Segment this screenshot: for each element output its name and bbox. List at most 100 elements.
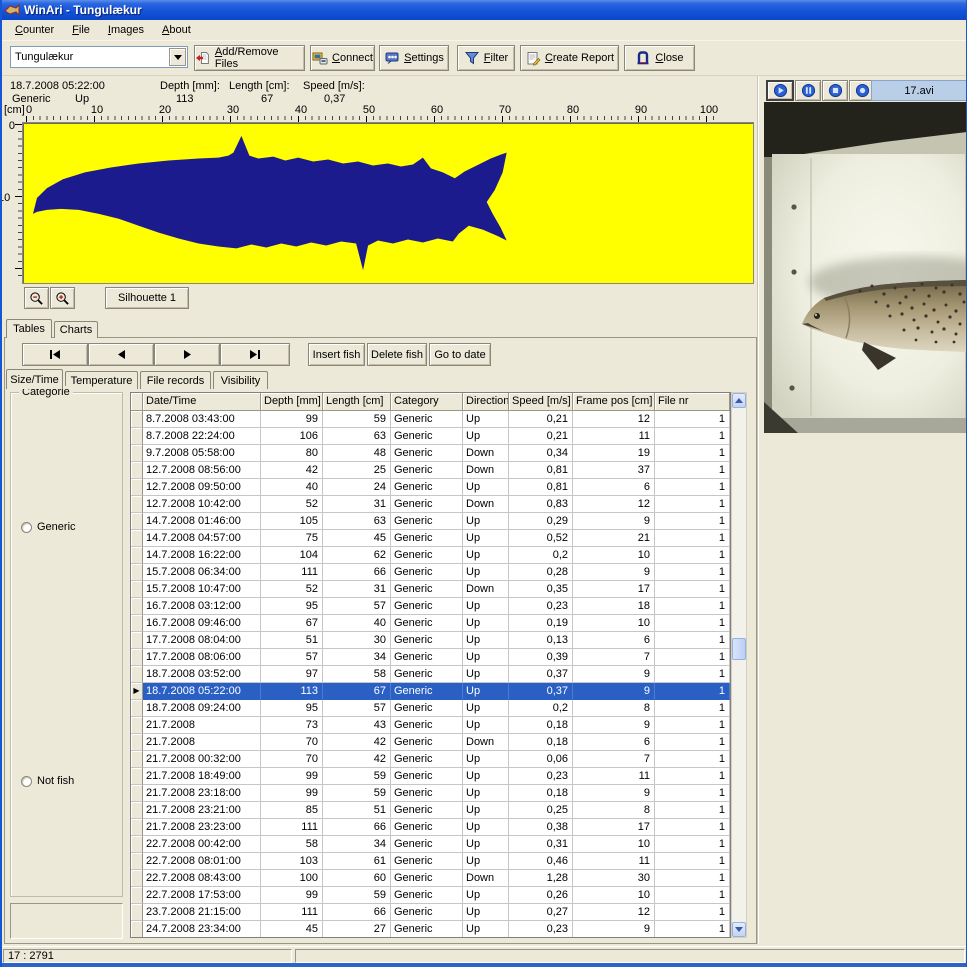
title-bar[interactable]: WinAri - Tungulækur (0, 0, 967, 20)
menu-file[interactable]: File (63, 22, 99, 39)
table-row[interactable]: 21.7.20087042GenericDown0,1861 (131, 734, 730, 751)
scrollbar-thumb[interactable] (732, 638, 746, 660)
table-cell: Up (463, 683, 509, 700)
scroll-up-button[interactable] (732, 393, 746, 408)
vruler-major-ticks (15, 124, 22, 270)
table-row[interactable]: 24.7.2008 23:34:004527GenericUp0,2391 (131, 921, 730, 938)
previous-record-button[interactable] (88, 343, 154, 366)
table-row[interactable]: 22.7.2008 08:01:0010361GenericUp0,46111 (131, 853, 730, 870)
table-row[interactable]: 22.7.2008 00:42:005834GenericUp0,31101 (131, 836, 730, 853)
panel-splitter[interactable] (757, 76, 759, 944)
table-row[interactable]: 21.7.2008 18:49:009959GenericUp0,23111 (131, 768, 730, 785)
radio-not-fish[interactable]: Not fish (21, 775, 74, 787)
silhouette-1-button[interactable]: Silhouette 1 (105, 287, 189, 309)
table-row[interactable]: 15.7.2008 10:47:005231GenericDown0,35171 (131, 581, 730, 598)
settings-icon (384, 50, 400, 66)
tab-size-time[interactable]: Size/Time (6, 369, 63, 389)
zoom-in-button[interactable] (50, 287, 75, 309)
table-cell: 16.7.2008 09:46:00 (143, 615, 261, 632)
table-row[interactable]: 18.7.2008 09:24:009557GenericUp0,281 (131, 700, 730, 717)
column-header[interactable]: Date/Time (143, 393, 261, 411)
table-row[interactable]: 14.7.2008 04:57:007545GenericUp0,52211 (131, 530, 730, 547)
fish-records-table[interactable]: Date/TimeDepth [mm]Length [cm]CategoryDi… (130, 392, 731, 938)
menu-images[interactable]: Images (99, 22, 153, 39)
column-header[interactable]: Depth [mm] (261, 393, 323, 411)
table-row[interactable]: 23.7.2008 21:15:0011166GenericUp0,27121 (131, 904, 730, 921)
tab-charts[interactable]: Charts (54, 321, 98, 338)
zoom-out-button[interactable] (24, 287, 49, 309)
table-cell: Up (463, 904, 509, 921)
table-row[interactable]: 14.7.2008 16:22:0010462GenericUp0,2101 (131, 547, 730, 564)
table-row[interactable]: 16.7.2008 03:12:009557GenericUp0,23181 (131, 598, 730, 615)
table-cell: Up (463, 411, 509, 428)
table-cell: 1 (655, 785, 730, 802)
table-cell: 21.7.2008 23:21:00 (143, 802, 261, 819)
table-row[interactable]: 17.7.2008 08:06:005734GenericUp0,3971 (131, 649, 730, 666)
column-header[interactable]: Direction (463, 393, 509, 411)
close-button[interactable]: Close (624, 45, 695, 71)
table-row[interactable]: ▶18.7.2008 05:22:0011367GenericUp0,3791 (131, 683, 730, 700)
table-cell: 0,18 (509, 734, 573, 751)
silhouette-canvas[interactable] (22, 122, 754, 284)
table-cell: 48 (323, 445, 391, 462)
column-header[interactable]: Frame pos [cm] (573, 393, 655, 411)
play-button[interactable] (766, 80, 794, 101)
table-cell: Generic (391, 513, 463, 530)
last-record-button[interactable] (220, 343, 290, 366)
tab-file-records[interactable]: File records (140, 371, 211, 389)
column-header[interactable]: Length [cm] (323, 393, 391, 411)
table-row[interactable]: 12.7.2008 10:42:005231GenericDown0,83121 (131, 496, 730, 513)
site-selector-combobox[interactable]: Tungulækur (10, 46, 188, 68)
table-cell: 18 (573, 598, 655, 615)
menu-about[interactable]: About (153, 22, 200, 39)
ruler-tick-label: 20 (159, 104, 171, 116)
record-direction: Up (75, 93, 89, 105)
table-row[interactable]: 16.7.2008 09:46:006740GenericUp0,19101 (131, 615, 730, 632)
column-header[interactable]: Speed [m/s] (509, 393, 573, 411)
row-indicator (131, 411, 143, 428)
table-row[interactable]: 17.7.2008 08:04:005130GenericUp0,1361 (131, 632, 730, 649)
create-report-button[interactable]: Create Report (520, 45, 619, 71)
table-scrollbar[interactable] (731, 392, 747, 938)
menu-counter[interactable]: Counter (6, 22, 63, 39)
table-row[interactable]: 18.7.2008 03:52:009758GenericUp0,3791 (131, 666, 730, 683)
delete-fish-button[interactable]: Delete fish (367, 343, 427, 366)
table-row[interactable]: 12.7.2008 09:50:004024GenericUp0,8161 (131, 479, 730, 496)
table-row[interactable]: 21.7.2008 23:21:008551GenericUp0,2581 (131, 802, 730, 819)
table-row[interactable]: 15.7.2008 06:34:0011166GenericUp0,2891 (131, 564, 730, 581)
connect-button[interactable]: Connect (310, 45, 375, 71)
table-row[interactable]: 12.7.2008 08:56:004225GenericDown0,81371 (131, 462, 730, 479)
insert-fish-button[interactable]: Insert fish (308, 343, 365, 366)
pause-button[interactable] (795, 80, 821, 101)
first-record-button[interactable] (22, 343, 88, 366)
table-row[interactable]: 8.7.2008 22:24:0010663GenericUp0,21111 (131, 428, 730, 445)
table-row[interactable]: 22.7.2008 08:43:0010060GenericDown1,2830… (131, 870, 730, 887)
stop-button[interactable] (822, 80, 848, 101)
table-row[interactable]: 14.7.2008 01:46:0010563GenericUp0,2991 (131, 513, 730, 530)
column-header[interactable]: File nr (655, 393, 730, 411)
tab-tables[interactable]: Tables (6, 319, 52, 338)
table-cell: 9 (573, 785, 655, 802)
table-cell: 1 (655, 411, 730, 428)
filter-button[interactable]: Filter (457, 45, 515, 71)
table-row[interactable]: 9.7.2008 05:58:008048GenericDown0,34191 (131, 445, 730, 462)
go-to-date-button[interactable]: Go to date (429, 343, 491, 366)
tab-visibility[interactable]: Visibility (213, 371, 268, 389)
table-row[interactable]: 21.7.2008 23:23:0011166GenericUp0,38171 (131, 819, 730, 836)
application-window: WinAri - Tungulækur Counter File Images … (0, 0, 967, 967)
table-row[interactable]: 22.7.2008 17:53:009959GenericUp0,26101 (131, 887, 730, 904)
table-cell: 14.7.2008 01:46:00 (143, 513, 261, 530)
table-row[interactable]: 21.7.20087343GenericUp0,1891 (131, 717, 730, 734)
row-indicator (131, 734, 143, 751)
tab-temperature[interactable]: Temperature (65, 371, 138, 389)
table-row[interactable]: 21.7.2008 23:18:009959GenericUp0,1891 (131, 785, 730, 802)
table-row[interactable]: 8.7.2008 03:43:009959GenericUp0,21121 (131, 411, 730, 428)
table-row[interactable]: 21.7.2008 00:32:007042GenericUp0,0671 (131, 751, 730, 768)
add-remove-files-button[interactable]: Add/Remove Files (194, 45, 305, 71)
settings-button[interactable]: Settings (379, 45, 449, 71)
scroll-down-button[interactable] (732, 922, 746, 937)
column-header[interactable]: Category (391, 393, 463, 411)
combo-dropdown-button[interactable] (169, 48, 186, 66)
next-record-button[interactable] (154, 343, 220, 366)
radio-generic[interactable]: Generic (21, 521, 76, 533)
